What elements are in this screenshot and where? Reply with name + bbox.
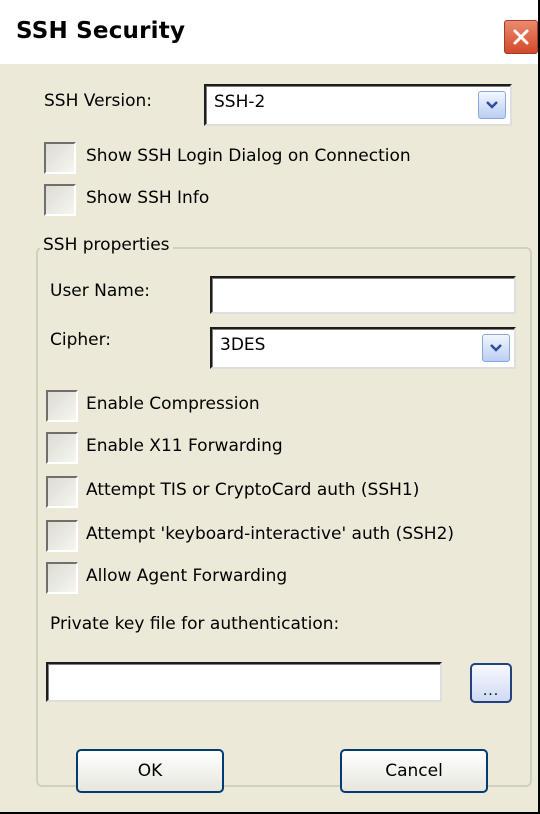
enable-x11-forwarding-checkbox[interactable] (46, 432, 78, 464)
ssh-version-label: SSH Version: (44, 91, 153, 111)
cancel-button[interactable]: Cancel (340, 749, 488, 793)
browse-button-label: ... (482, 683, 500, 699)
private-key-label: Private key file for authentication: (50, 614, 340, 634)
show-ssh-info-checkbox[interactable] (44, 184, 76, 216)
ok-button-label: OK (137, 761, 163, 781)
enable-compression-label: Enable Compression (86, 394, 260, 414)
allow-agent-forwarding-label: Allow Agent Forwarding (86, 566, 288, 586)
user-name-input[interactable] (210, 276, 516, 314)
cipher-select[interactable]: 3DES (210, 327, 516, 369)
show-login-dialog-checkbox[interactable] (44, 142, 76, 174)
enable-x11-forwarding-label: Enable X11 Forwarding (86, 436, 283, 456)
private-key-input[interactable] (46, 662, 442, 702)
ssh-version-value: SSH-2 (214, 92, 266, 112)
show-ssh-info-label: Show SSH Info (86, 188, 210, 208)
ssh-version-select[interactable]: SSH-2 (204, 84, 512, 126)
cancel-button-label: Cancel (385, 761, 443, 781)
cipher-value: 3DES (220, 335, 266, 355)
show-login-dialog-label: Show SSH Login Dialog on Connection (86, 146, 411, 166)
attempt-tis-auth-checkbox[interactable] (46, 476, 78, 508)
title-bar[interactable]: SSH Security (0, 0, 538, 64)
close-icon (512, 28, 530, 46)
window-title: SSH Security (16, 18, 186, 44)
keyboard-interactive-auth-checkbox[interactable] (46, 520, 78, 552)
attempt-tis-auth-label: Attempt TIS or CryptoCard auth (SSH1) (86, 480, 420, 500)
browse-button[interactable]: ... (470, 663, 512, 703)
close-button[interactable] (504, 20, 538, 54)
ssh-security-dialog: SSH Security SSH Version: SSH-2 Show SSH… (0, 0, 540, 814)
cipher-label: Cipher: (50, 330, 112, 350)
ssh-properties-group-title: SSH properties (40, 235, 173, 255)
chevron-down-icon[interactable] (478, 91, 506, 119)
allow-agent-forwarding-checkbox[interactable] (46, 562, 78, 594)
keyboard-interactive-auth-label: Attempt 'keyboard-interactive' auth (SSH… (86, 524, 455, 544)
chevron-down-icon[interactable] (482, 334, 510, 362)
dialog-client-area: SSH Version: SSH-2 Show SSH Login Dialog… (0, 64, 538, 812)
enable-compression-checkbox[interactable] (46, 390, 78, 422)
user-name-label: User Name: (50, 281, 151, 301)
ok-button[interactable]: OK (76, 749, 224, 793)
